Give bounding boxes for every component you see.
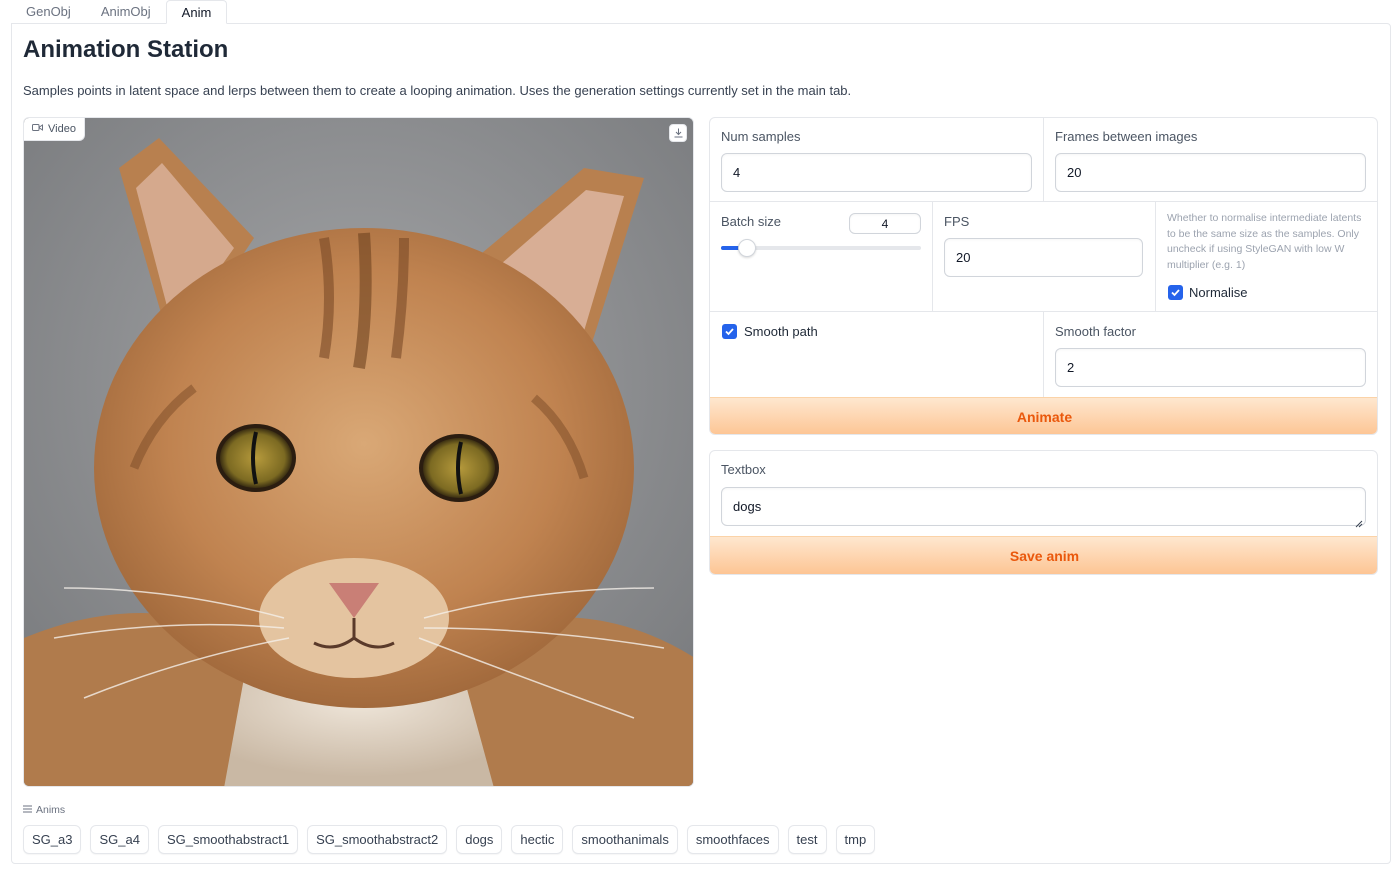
smooth-factor-cell: Smooth factor 2 xyxy=(1044,312,1377,397)
batch-size-slider-track[interactable] xyxy=(721,239,921,257)
anim-chip[interactable]: SG_a4 xyxy=(90,825,149,854)
anim-chip[interactable]: SG_smoothabstract1 xyxy=(157,825,299,854)
num-samples-input[interactable]: 4 xyxy=(721,153,1032,192)
smooth-path-checkbox[interactable] xyxy=(722,324,737,339)
normalise-cell: Whether to normalise intermediate latent… xyxy=(1156,202,1377,312)
page-description: Samples points in latent space and lerps… xyxy=(23,83,852,98)
num-samples-label: Num samples xyxy=(721,129,801,144)
download-icon[interactable] xyxy=(669,124,687,142)
anim-chip[interactable]: SG_smoothabstract2 xyxy=(307,825,448,854)
frames-input[interactable]: 20 xyxy=(1055,153,1366,192)
anim-chip[interactable]: smoothfaces xyxy=(686,825,779,854)
fps-cell: FPS 20 xyxy=(933,202,1156,312)
anims-dataset: SG_a3 SG_a4 SG_smoothabstract1 SG_smooth… xyxy=(23,825,876,854)
anim-chip[interactable]: dogs xyxy=(456,825,503,854)
anim-name-textarea[interactable]: dogs xyxy=(721,487,1366,526)
smooth-factor-input[interactable]: 2 xyxy=(1055,348,1366,387)
anim-chip[interactable]: tmp xyxy=(835,825,876,854)
list-icon xyxy=(23,804,32,816)
fps-input[interactable]: 20 xyxy=(944,238,1143,277)
video-label: Video xyxy=(24,118,85,141)
save-anim-button[interactable]: Save anim xyxy=(710,536,1377,574)
video-camera-icon xyxy=(32,123,43,135)
tab-genobj[interactable]: GenObj xyxy=(11,0,86,24)
batch-size-label: Batch size xyxy=(721,214,781,229)
cat-video-frame xyxy=(24,118,693,786)
tab-anim[interactable]: Anim xyxy=(165,0,228,24)
animate-button[interactable]: Animate xyxy=(710,397,1377,434)
textbox-label: Textbox xyxy=(721,462,766,477)
normalise-checkbox[interactable] xyxy=(1168,285,1183,300)
anim-chip[interactable]: SG_a3 xyxy=(23,825,82,854)
num-samples-cell: Num samples 4 xyxy=(710,118,1044,202)
batch-size-number-input[interactable]: 4 xyxy=(849,213,921,234)
animation-settings-form: Num samples 4 Frames between images 20 B… xyxy=(709,117,1378,435)
anim-chip[interactable]: test xyxy=(787,825,827,854)
frames-label: Frames between images xyxy=(1055,129,1198,144)
batch-size-cell: Batch size 4 xyxy=(710,202,933,312)
smooth-path-label: Smooth path xyxy=(744,324,818,339)
fps-label: FPS xyxy=(944,214,970,229)
normalise-note: Whether to normalise intermediate latent… xyxy=(1167,212,1362,271)
tab-bar: GenObj AnimObj Anim xyxy=(11,0,228,24)
anims-label: Anims xyxy=(23,804,65,816)
normalise-label: Normalise xyxy=(1189,285,1248,300)
video-player[interactable]: Video xyxy=(23,117,694,787)
resize-handle-icon[interactable] xyxy=(1355,515,1363,528)
video-label-text: Video xyxy=(48,123,76,135)
batch-size-slider-handle[interactable] xyxy=(738,239,756,257)
anim-chip[interactable]: hectic xyxy=(511,825,564,854)
page-title: Animation Station xyxy=(23,36,229,63)
smooth-factor-label: Smooth factor xyxy=(1055,324,1136,339)
tab-animobj[interactable]: AnimObj xyxy=(86,0,166,24)
anim-chip[interactable]: smoothanimals xyxy=(572,825,678,854)
anims-label-text: Anims xyxy=(36,804,66,816)
frames-cell: Frames between images 20 xyxy=(1044,118,1377,202)
smooth-path-cell: Smooth path xyxy=(710,312,1044,397)
save-anim-form: Textbox dogs Save anim xyxy=(709,450,1378,575)
